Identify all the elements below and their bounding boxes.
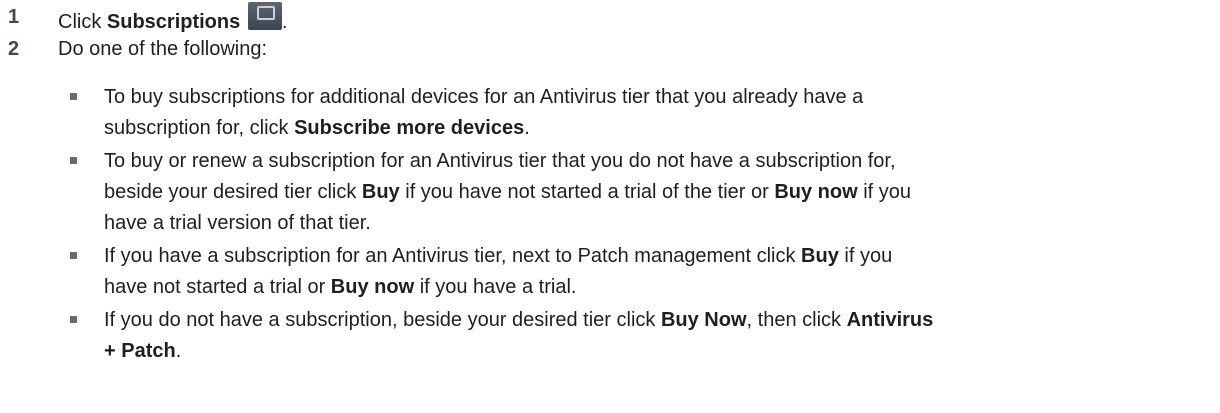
- list-item-text: If you have a subscription for an Antivi…: [104, 241, 1209, 303]
- bold-term: + Patch: [104, 340, 176, 362]
- bullet-marker: [70, 93, 77, 100]
- text-run: If you have a subscription for an Antivi…: [104, 245, 802, 267]
- bullet-marker: [70, 316, 77, 323]
- step-text-before: Click: [58, 11, 107, 33]
- text-run: If you do not have a subscription, besid…: [104, 309, 661, 331]
- line: If you have a subscription for an Antivi…: [104, 241, 1209, 272]
- line: beside your desired tier click Buy if yo…: [104, 177, 1209, 208]
- bold-term: Buy: [801, 245, 839, 267]
- text-run: if you have not started a trial of the t…: [399, 181, 775, 203]
- subscriptions-icon: [247, 2, 282, 30]
- line: have not started a trial or Buy now if y…: [104, 272, 1209, 303]
- bold-term: Antivirus: [846, 309, 934, 331]
- step-text-after: .: [281, 11, 288, 33]
- list-item-text: To buy subscriptions for additional devi…: [104, 82, 1209, 144]
- text-run: .: [175, 340, 182, 362]
- step-text: Click Subscriptions .: [58, 2, 287, 38]
- text-run: .: [524, 117, 530, 139]
- text-run: subscription for, click: [104, 117, 295, 139]
- line: + Patch.: [104, 336, 1209, 367]
- bold-term: Buy now: [774, 181, 858, 203]
- line: To buy or renew a subscription for an An…: [104, 150, 896, 172]
- step-number: 1: [8, 6, 20, 28]
- text-run: have not started a trial or: [104, 276, 331, 298]
- text-run: , then click: [746, 309, 847, 331]
- line: have a trial version of that tier.: [104, 212, 371, 234]
- list-item-text: To buy or renew a subscription for an An…: [104, 146, 1209, 239]
- line: To buy subscriptions for additional devi…: [104, 86, 864, 108]
- text-run: beside your desired tier click: [104, 181, 362, 203]
- step-bold-term: Subscriptions: [106, 11, 241, 33]
- text-run: if you have a trial.: [414, 276, 577, 298]
- text-run: if you: [838, 245, 893, 267]
- bold-term: Buy now: [330, 276, 415, 298]
- line: If you do not have a subscription, besid…: [104, 305, 1209, 336]
- step-text: Do one of the following:: [58, 38, 268, 60]
- bold-term: Buy: [361, 181, 400, 203]
- bullet-marker: [70, 157, 77, 164]
- list-item-text: If you do not have a subscription, besid…: [104, 305, 1209, 367]
- step-number: 2: [8, 38, 20, 60]
- bold-term: Subscribe more devices: [294, 117, 525, 139]
- text-run: if you: [857, 181, 912, 203]
- bullet-marker: [70, 252, 77, 259]
- bold-term: Buy Now: [660, 309, 747, 331]
- line: subscription for, click Subscribe more d…: [104, 113, 1209, 144]
